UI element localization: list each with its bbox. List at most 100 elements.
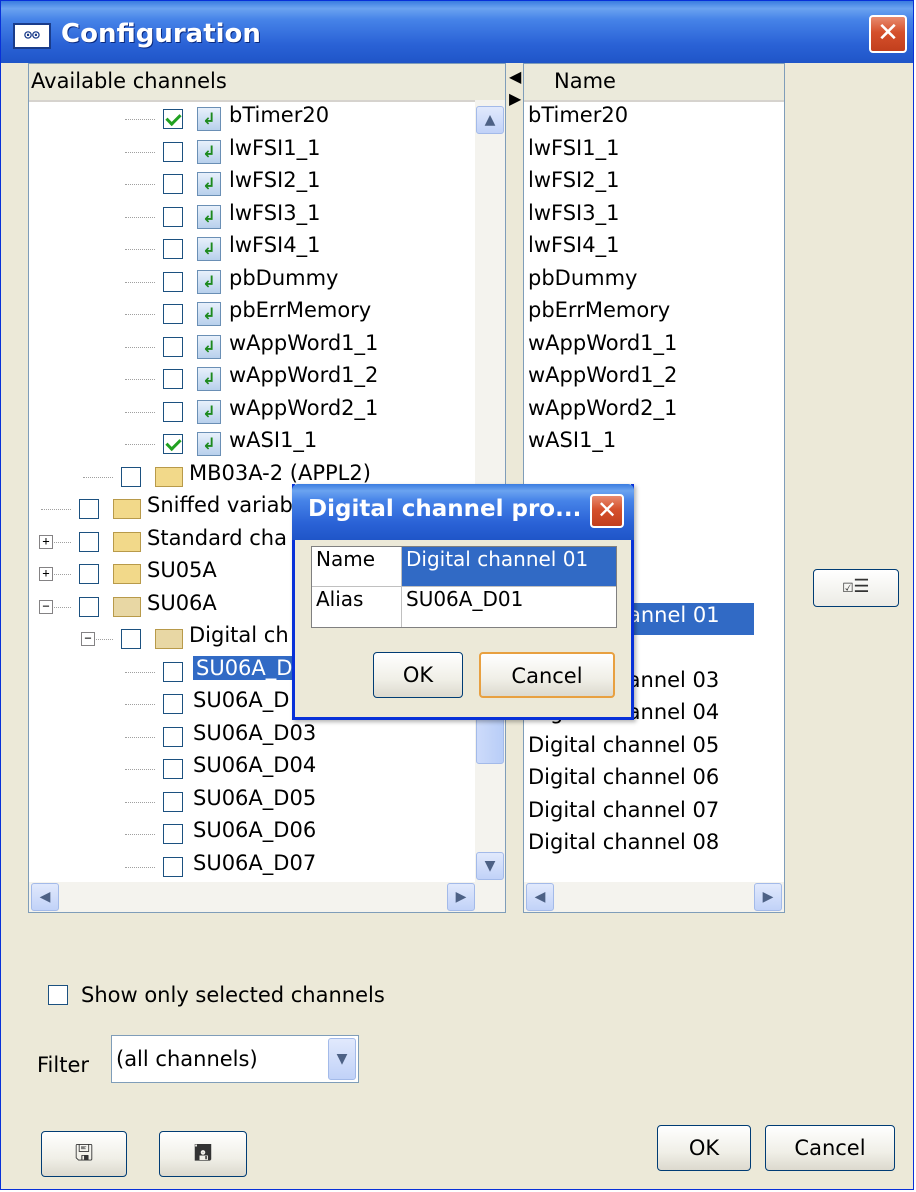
tree-connector — [125, 769, 155, 770]
tree-connector — [125, 216, 155, 218]
filter-select[interactable]: (all channels) ▼ — [111, 1035, 359, 1083]
tree-item[interactable]: ↲ lwFSI1_1 — [29, 136, 475, 168]
scroll-right-button[interactable]: ▶ — [447, 883, 475, 911]
channel-checkbox[interactable] — [163, 304, 183, 324]
channel-checkbox[interactable] — [79, 564, 99, 584]
collapse-icon[interactable]: − — [39, 599, 53, 614]
folder-open-icon — [155, 629, 183, 649]
selected-channel-row[interactable]: Digital channel 08 — [528, 830, 719, 862]
selected-channel-row[interactable]: lwFSI2_1 — [528, 168, 619, 200]
selected-channel-row[interactable]: bTimer20 — [528, 103, 628, 135]
tree-item[interactable]: SU06A_D03 — [29, 721, 475, 753]
splitter-right-arrow[interactable]: ▶ — [509, 89, 521, 108]
selected-channel-row[interactable]: wAppWord2_1 — [528, 396, 677, 428]
tree-item[interactable]: ↲ lwFSI2_1 — [29, 168, 475, 200]
tree-connector — [125, 346, 155, 348]
expand-icon[interactable]: + — [39, 567, 53, 581]
selected-channel-row[interactable]: Digital channel 07 — [528, 798, 719, 830]
dialog-title-bar[interactable]: Digital channel pro... ✕ — [292, 484, 634, 540]
channel-checkbox[interactable] — [163, 694, 183, 714]
tree-item[interactable]: ↲ wASI1_1 — [29, 428, 475, 460]
dialog-close-button[interactable]: ✕ — [590, 494, 624, 528]
channel-checkbox[interactable] — [79, 499, 99, 519]
alias-value-field[interactable]: SU06A_D01 — [402, 587, 616, 627]
tree-item-label: pbDummy — [229, 265, 339, 290]
close-button[interactable]: ✕ — [869, 15, 907, 53]
scroll-right-button[interactable]: ▶ — [754, 883, 782, 911]
channel-checkbox[interactable] — [163, 661, 183, 682]
selected-channel-row[interactable]: lwFSI1_1 — [528, 136, 619, 168]
scroll-up-button[interactable]: ▲ — [476, 106, 504, 134]
tree-item[interactable]: SU06A_D07 — [29, 851, 475, 883]
channel-checkbox[interactable] — [163, 726, 183, 747]
filter-label: Filter — [37, 1053, 90, 1077]
tree-item[interactable]: ↲ lwFSI3_1 — [29, 201, 475, 233]
channel-checkbox[interactable] — [163, 401, 183, 422]
tree-item[interactable]: ↲ pbDummy — [29, 266, 475, 298]
channel-checkbox[interactable] — [163, 791, 183, 812]
channel-checkbox[interactable] — [79, 531, 99, 552]
tree-connector — [125, 736, 155, 738]
expand-icon[interactable]: + — [39, 534, 53, 549]
channel-checkbox[interactable] — [121, 466, 141, 487]
channel-checkbox[interactable] — [163, 336, 183, 357]
selected-channel-row[interactable]: pbErrMemory — [528, 298, 670, 330]
channel-checkbox[interactable] — [163, 174, 183, 194]
tree-item[interactable]: ↲ bTimer20 — [29, 103, 475, 135]
selected-channel-row[interactable]: lwFSI3_1 — [528, 201, 619, 233]
dialog-ok-button[interactable]: OK — [373, 652, 463, 698]
selected-channel-row[interactable]: Digital channel 06 — [528, 765, 719, 797]
selected-channel-row[interactable]: annel 01 — [624, 602, 754, 635]
selected-channel-row[interactable]: wAppWord1_2 — [528, 363, 677, 395]
tree-item[interactable]: ↲ lwFSI4_1 — [29, 233, 475, 265]
show-only-selected-checkbox[interactable] — [48, 985, 68, 1005]
channel-checkbox[interactable] — [163, 141, 183, 162]
channel-checkbox[interactable] — [163, 759, 183, 779]
channel-checkbox[interactable] — [163, 239, 183, 259]
scroll-down-button[interactable]: ▼ — [476, 852, 504, 880]
cancel-button[interactable]: Cancel — [765, 1125, 895, 1171]
selected-channel-row[interactable]: Digital channel 05 — [528, 733, 719, 765]
save-as-button[interactable]: 🖪 — [159, 1131, 247, 1177]
channel-checkbox[interactable] — [163, 856, 183, 877]
selected-channel-row[interactable]: lwFSI4_1 — [528, 233, 619, 265]
selected-channel-row[interactable]: pbDummy — [528, 266, 637, 298]
channel-checkbox[interactable] — [163, 271, 183, 292]
tree-item[interactable]: SU06A_D06 — [29, 818, 475, 850]
tree-item[interactable]: ↲ wAppWord1_1 — [29, 331, 475, 363]
tree-item[interactable]: ↲ pbErrMemory — [29, 298, 475, 330]
channel-checkbox[interactable] — [163, 109, 183, 129]
list-horizontal-scrollbar[interactable]: ◀ ▶ — [524, 882, 784, 912]
channel-checkbox[interactable] — [79, 596, 99, 617]
tree-item[interactable]: SU06A_D05 — [29, 786, 475, 818]
save-button[interactable]: 🖫 — [41, 1131, 127, 1177]
channel-properties-button[interactable]: ☑☰ — [813, 569, 899, 607]
title-bar[interactable]: ⊙⊙ Configuration ✕ — [1, 1, 913, 63]
chevron-down-icon[interactable]: ▼ — [328, 1038, 356, 1080]
tree-connector — [125, 671, 155, 673]
window-title: Configuration — [61, 19, 261, 49]
selected-channel-row[interactable]: wASI1_1 — [528, 428, 616, 460]
folder-icon — [113, 564, 141, 584]
selected-channel-row[interactable]: wAppWord1_1 — [528, 331, 677, 363]
dialog-cancel-button[interactable]: Cancel — [479, 652, 615, 698]
tree-item[interactable]: SU06A_D04 — [29, 753, 475, 785]
tree-item[interactable]: ↲ wAppWord2_1 — [29, 396, 475, 428]
channel-checkbox[interactable] — [163, 206, 183, 227]
available-channels-header[interactable]: Available channels — [29, 64, 505, 102]
scroll-left-button[interactable]: ◀ — [31, 883, 59, 911]
tree-horizontal-scrollbar[interactable]: ◀ ▶ — [29, 882, 505, 912]
channel-checkbox[interactable] — [163, 434, 183, 454]
splitter-left-arrow[interactable]: ◀ — [509, 67, 521, 86]
collapse-icon[interactable]: − — [81, 632, 95, 646]
tree-item[interactable]: ↲ wAppWord1_2 — [29, 363, 475, 395]
name-value-field[interactable]: Digital channel 01 — [402, 547, 616, 587]
tree-item-label: SU05A — [147, 558, 217, 582]
ok-button[interactable]: OK — [657, 1125, 751, 1171]
tree-item-label: SU06A_D — [193, 688, 290, 712]
channel-checkbox[interactable] — [163, 824, 183, 844]
channel-checkbox[interactable] — [163, 369, 183, 389]
scroll-left-button[interactable]: ◀ — [526, 883, 554, 911]
name-column-header[interactable]: Name — [524, 64, 784, 102]
channel-checkbox[interactable] — [121, 629, 141, 649]
